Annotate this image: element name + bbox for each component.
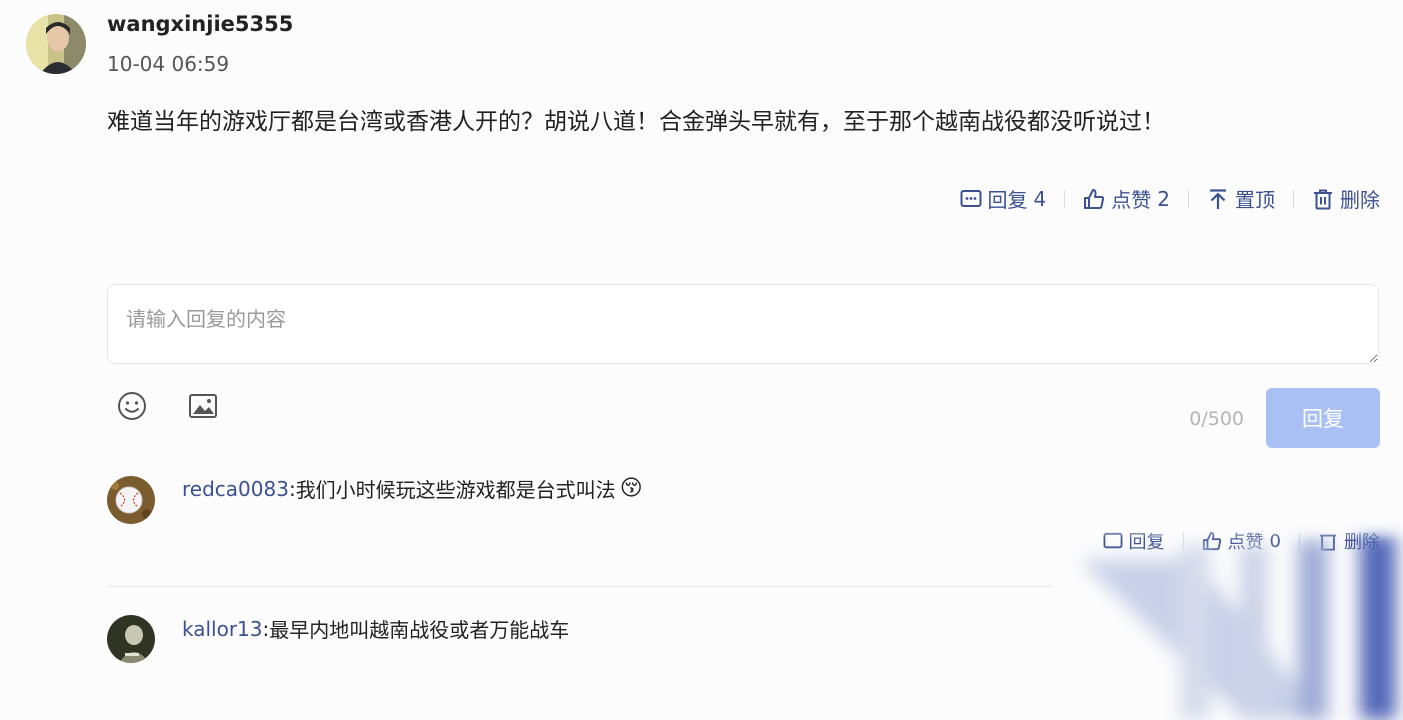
reply-username[interactable]: redca0083 xyxy=(182,477,289,501)
reply-text: 我们小时候玩这些游戏都是台式叫法 xyxy=(295,478,616,502)
like-action[interactable]: 点赞 0 xyxy=(1202,528,1281,554)
emoji-button[interactable] xyxy=(116,390,148,426)
emoji-icon xyxy=(116,392,148,426)
trash-icon xyxy=(1318,531,1338,551)
thumbs-up-icon xyxy=(1083,188,1105,210)
comment-icon xyxy=(960,189,982,209)
pin-top-icon xyxy=(1207,188,1229,210)
reply-action[interactable]: 回复 4 xyxy=(960,184,1047,213)
separator xyxy=(1188,189,1189,208)
username[interactable]: wangxinjie5355 xyxy=(107,12,293,36)
pin-action[interactable]: 置顶 xyxy=(1207,184,1275,213)
reply-label: 回复 xyxy=(1128,532,1165,553)
separator xyxy=(1064,189,1066,208)
pin-label: 置顶 xyxy=(1235,188,1275,212)
thumbs-up-icon xyxy=(1202,531,1222,551)
delete-label: 删除 xyxy=(1344,532,1380,553)
reply-count: 4 xyxy=(1033,186,1047,211)
timestamp: 10-04 06:59 xyxy=(107,52,230,76)
separator xyxy=(1299,532,1300,550)
like-label: 点赞 xyxy=(1111,188,1152,212)
avatar[interactable] xyxy=(107,476,155,524)
reply-action[interactable]: 回复 xyxy=(1103,528,1165,554)
separator xyxy=(1293,189,1294,208)
comment-icon xyxy=(1103,532,1123,550)
reply-input[interactable] xyxy=(108,285,1378,363)
trash-icon xyxy=(1312,188,1334,210)
reply-username[interactable]: kallor13 xyxy=(182,617,263,641)
comment-text: 难道当年的游戏厅都是台湾或香港人开的？胡说八道！合金弹头早就有，至于那个越南战役… xyxy=(107,109,1165,135)
delete-action[interactable]: 删除 xyxy=(1318,528,1380,554)
like-count: 2 xyxy=(1157,186,1170,211)
like-count: 0 xyxy=(1269,530,1281,552)
submit-reply-button[interactable]: 回复 xyxy=(1266,388,1380,448)
reply-item: kallor13 : 最早内地叫越南战役或者万能战车 xyxy=(182,614,569,643)
like-action[interactable]: 点赞 2 xyxy=(1083,184,1170,213)
avatar[interactable] xyxy=(107,615,155,663)
separator xyxy=(1182,532,1184,550)
char-count: 0/500 xyxy=(1189,408,1244,430)
comment-actions: 回复 4 点赞 2 置顶 删除 xyxy=(960,184,1380,213)
avatar[interactable] xyxy=(26,14,86,74)
image-button[interactable] xyxy=(187,390,219,426)
reply-separator: : xyxy=(262,616,270,641)
reply-text: 最早内地叫越南战役或者万能战车 xyxy=(269,618,570,642)
reply-item: redca0083 : 我们小时候玩这些游戏都是台式叫法 😚 xyxy=(182,474,643,503)
divider xyxy=(107,586,1053,587)
delete-action[interactable]: 删除 xyxy=(1312,184,1380,213)
reply-actions: 回复 点赞 0 删除 xyxy=(1103,528,1380,554)
reply-input-box xyxy=(107,284,1379,364)
kissing-emoji: 😚 xyxy=(619,476,643,501)
reply-label: 回复 xyxy=(987,188,1028,212)
delete-label: 删除 xyxy=(1340,188,1380,212)
like-label: 点赞 xyxy=(1227,532,1264,553)
reply-separator: : xyxy=(288,476,296,501)
image-icon xyxy=(187,394,219,426)
